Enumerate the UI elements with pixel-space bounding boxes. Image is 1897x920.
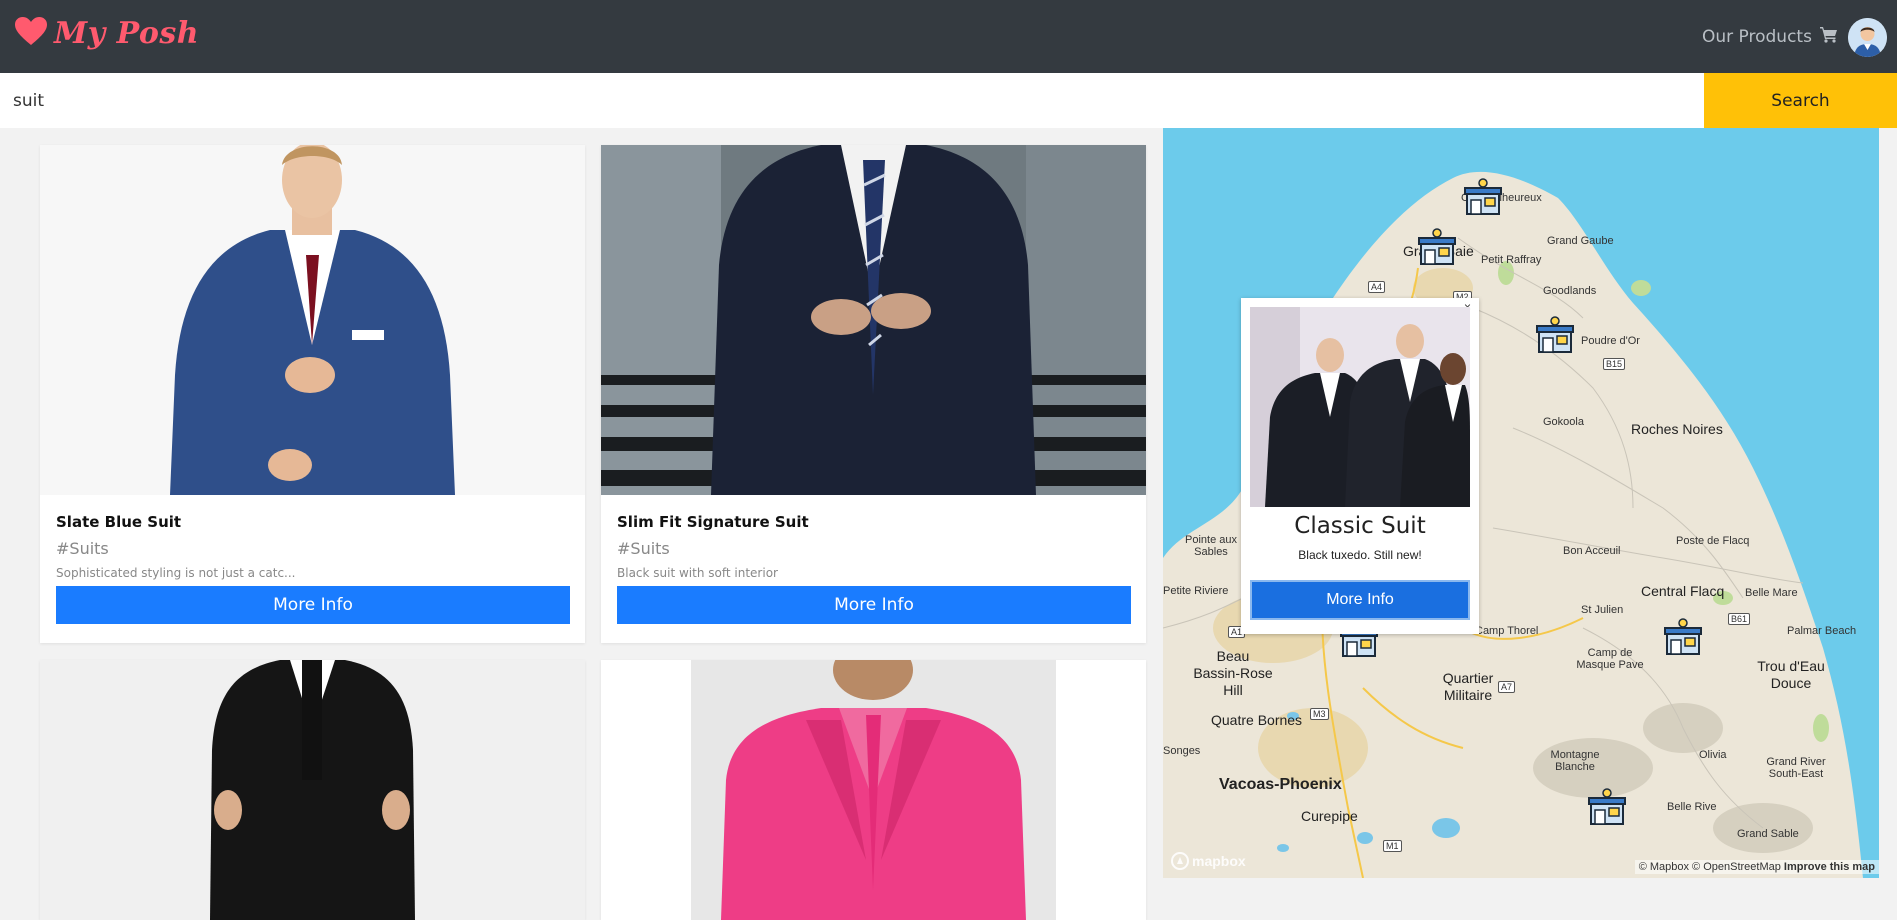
map-place-label: St Julien <box>1581 604 1624 616</box>
popup-title: Classic Suit <box>1294 513 1426 539</box>
map-popup: × Classic Suit Black tuxedo. Still new! … <box>1241 298 1479 634</box>
store-marker-icon[interactable] <box>1663 618 1703 658</box>
road-label: A4 <box>1368 281 1386 293</box>
map-place-label: Belle Mare <box>1745 587 1798 599</box>
map-place-label: Belle Rive <box>1667 801 1717 813</box>
map-place-label: Pointe aux Sables <box>1185 534 1237 558</box>
product-card <box>40 660 585 920</box>
product-image[interactable] <box>40 145 585 495</box>
map-place-label: Camp de Masque Pave <box>1576 647 1644 671</box>
road-label: B61 <box>1728 613 1751 625</box>
product-description: Sophisticated styling is not just a catc… <box>56 566 296 580</box>
search-input[interactable] <box>0 73 1704 128</box>
improve-map-link[interactable]: Improve this map <box>1784 861 1875 873</box>
product-tag: #Suits <box>617 539 670 558</box>
product-tag: #Suits <box>56 539 109 558</box>
heart-icon <box>14 16 48 51</box>
map-place-label: Quartier Militaire <box>1442 670 1494 703</box>
store-marker-icon[interactable] <box>1463 178 1503 218</box>
product-card: Slate Blue Suit #Suits Sophisticated sty… <box>40 145 585 643</box>
navbar: My Posh Our Products <box>0 0 1897 73</box>
map-place-label: Bon Acceuil <box>1563 545 1621 557</box>
cart-icon[interactable] <box>1820 26 1838 48</box>
map-place-label: Grand Gaube <box>1547 235 1614 247</box>
more-info-button[interactable]: More Info <box>617 586 1131 624</box>
search-button[interactable]: Search <box>1704 73 1897 128</box>
product-title[interactable]: Slim Fit Signature Suit <box>617 513 809 531</box>
map-place-label: Olivia <box>1699 749 1727 761</box>
map-place-label: Gokoola <box>1543 416 1584 428</box>
store-marker-icon[interactable] <box>1535 316 1575 356</box>
product-image[interactable] <box>40 660 585 920</box>
popup-image <box>1250 307 1470 507</box>
mapbox-logo-text: mapbox <box>1192 853 1246 869</box>
map-place-label: Petit Raffray <box>1481 254 1542 266</box>
road-label: M1 <box>1383 840 1402 852</box>
map-place-label: Montagne Blanche <box>1550 749 1600 773</box>
map-place-label: Central Flacq <box>1641 583 1725 599</box>
map-place-label: Goodlands <box>1543 285 1597 297</box>
map-place-label: Grand Sable <box>1737 828 1799 840</box>
map-place-label: Songes <box>1163 745 1201 757</box>
map-attribution: © Mapbox © OpenStreetMap Improve this ma… <box>1634 860 1879 874</box>
map-place-label: Poste de Flacq <box>1676 535 1750 547</box>
product-card <box>601 660 1146 920</box>
user-avatar[interactable] <box>1848 18 1887 57</box>
map-place-label: Trou d'Eau Douce <box>1757 658 1825 691</box>
map-place-label: Beau Bassin-Rose Hill <box>1193 648 1273 698</box>
product-title[interactable]: Slate Blue Suit <box>56 513 181 531</box>
map-place-label: Vacoas-Phoenix <box>1219 776 1342 793</box>
map-place-label: Grand River South-East <box>1766 756 1826 780</box>
map-place-label: Petite Riviere <box>1163 585 1229 597</box>
more-info-button[interactable]: More Info <box>56 586 570 624</box>
product-card: Slim Fit Signature Suit #Suits Black sui… <box>601 145 1146 643</box>
map-place-label: Roches Noires <box>1631 421 1723 437</box>
product-description: Black suit with soft interior <box>617 566 778 580</box>
brand-logo[interactable]: My Posh <box>14 16 199 51</box>
map-place-label: Camp Thorel <box>1475 625 1539 637</box>
map-place-label: Curepipe <box>1301 808 1358 824</box>
mapbox-logo[interactable]: mapbox <box>1171 852 1246 870</box>
popup-more-info-button[interactable]: More Info <box>1250 580 1470 620</box>
map-place-label: Quatre Bornes <box>1211 712 1303 728</box>
road-label: M3 <box>1310 708 1329 720</box>
store-marker-icon[interactable] <box>1587 788 1627 828</box>
map-place-label: Palmar Beach <box>1787 625 1857 637</box>
product-image[interactable] <box>601 660 1146 920</box>
road-label: B15 <box>1603 358 1626 370</box>
map-place-label: Poudre d'Or <box>1581 335 1640 347</box>
map-view[interactable]: A4 M2 B15 A1 A7 B61 M3 M1 Cap Malheureux… <box>1163 128 1879 878</box>
product-image[interactable] <box>601 145 1146 495</box>
store-marker-icon[interactable] <box>1417 228 1457 268</box>
brand-name: My Posh <box>54 16 200 51</box>
nav-our-products-link[interactable]: Our Products <box>1702 27 1812 47</box>
attribution-text[interactable]: © Mapbox © OpenStreetMap <box>1639 861 1781 873</box>
popup-description: Black tuxedo. Still new! <box>1298 548 1422 562</box>
